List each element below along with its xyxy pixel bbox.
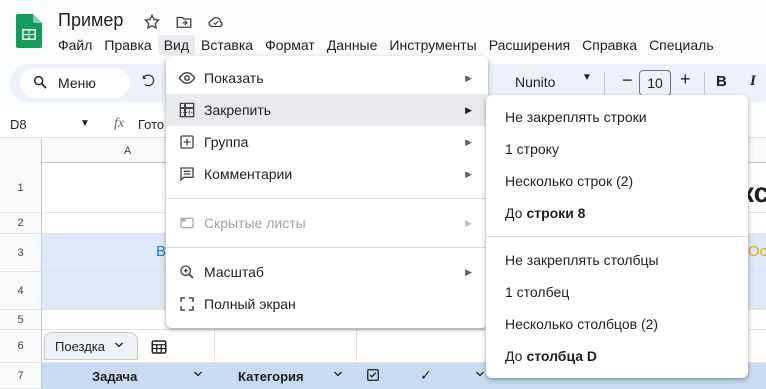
document-title[interactable]: Пример <box>58 10 123 31</box>
menu-bar: Файл Правка Вид Вставка Формат Данные Ин… <box>52 35 720 55</box>
menu-edit[interactable]: Правка <box>98 35 157 55</box>
menu-divider <box>166 198 488 199</box>
menu-help[interactable]: Справка <box>576 35 643 55</box>
font-size-input[interactable]: 10 <box>639 70 671 96</box>
row-header[interactable]: 2 <box>0 213 42 234</box>
column-task-header[interactable]: Задача <box>92 369 137 384</box>
menu-item-label: Закрепить <box>204 102 272 118</box>
row-header[interactable]: 4 <box>0 272 42 310</box>
menu-divider <box>486 236 748 237</box>
freeze-rows-one[interactable]: 1 строку <box>486 133 748 165</box>
checkbox-column-icon[interactable] <box>366 368 380 385</box>
caret-down-icon[interactable]: ▼ <box>80 118 90 129</box>
menu-file[interactable]: Файл <box>52 35 98 55</box>
menu-accessibility[interactable]: Специаль <box>643 35 720 55</box>
table-name-label: Поездка <box>55 338 105 354</box>
menu-divider <box>166 247 488 248</box>
menu-item-label: Группа <box>204 134 249 150</box>
star-icon[interactable] <box>142 12 162 32</box>
sheets-logo-icon[interactable] <box>16 14 42 48</box>
move-folder-icon[interactable] <box>174 12 194 32</box>
submenu-arrow-icon: ▶ <box>465 267 472 277</box>
submenu-arrow-icon: ▶ <box>465 73 472 83</box>
freeze-cols-several[interactable]: Несколько столбцов (2) <box>486 308 748 340</box>
freeze-rows-up-to-target: строки 8 <box>526 205 586 221</box>
cloud-saved-icon[interactable] <box>206 12 226 32</box>
freeze-rows-none[interactable]: Не закреплять строки <box>486 101 748 133</box>
menu-data[interactable]: Данные <box>321 35 384 55</box>
menu-item-show[interactable]: Показать ▶ <box>166 62 488 94</box>
menu-insert[interactable]: Вставка <box>195 35 259 55</box>
menu-item-label: Скрытые листы <box>204 215 306 231</box>
menu-item-label: Полный экран <box>204 296 296 312</box>
menu-item-hidden-sheets: Скрытые листы ▶ <box>166 207 488 239</box>
menu-search[interactable]: Меню <box>20 68 130 98</box>
freeze-cols-up-to-prefix: До <box>505 348 523 364</box>
freeze-rows-up-to-prefix: До <box>505 205 523 221</box>
view-menu: Показать ▶ Закрепить ▶ Группа ▶ Коммента… <box>166 56 488 328</box>
freeze-submenu: Не закреплять строки 1 строку Несколько … <box>486 95 748 378</box>
fx-icon: fx <box>114 116 125 131</box>
freeze-rows-up-to[interactable]: До строки 8 <box>486 197 748 229</box>
cell-orange-text[interactable]: Ос <box>748 243 766 260</box>
name-box[interactable]: D8 <box>10 117 27 132</box>
menu-view[interactable]: Вид <box>157 35 196 55</box>
zoom-icon <box>178 263 196 281</box>
caret-down-icon[interactable]: ▼ <box>582 72 592 83</box>
formula-input[interactable]: Гото <box>138 117 164 132</box>
freeze-grid-icon <box>178 101 196 119</box>
table-view-icon[interactable] <box>150 338 168 361</box>
search-icon <box>32 74 48 93</box>
toolbar-divider <box>604 72 605 94</box>
plus-box-icon <box>178 133 196 151</box>
menu-item-label: Масштаб <box>204 264 264 280</box>
undo-icon[interactable] <box>140 73 156 94</box>
submenu-arrow-icon: ▶ <box>465 169 472 179</box>
menu-extensions[interactable]: Расширения <box>483 35 576 55</box>
select-all-corner[interactable] <box>0 139 42 163</box>
fullscreen-icon <box>178 295 196 313</box>
column-category-header[interactable]: Категория <box>238 369 304 384</box>
submenu-arrow-icon: ▶ <box>465 105 472 115</box>
menu-item-freeze[interactable]: Закрепить ▶ <box>166 94 488 126</box>
menu-format[interactable]: Формат <box>259 35 321 55</box>
menu-item-fullscreen[interactable]: Полный экран <box>166 288 488 320</box>
row-header[interactable]: 6 <box>0 330 42 363</box>
chevron-down-icon <box>113 339 125 354</box>
menu-tools[interactable]: Инструменты <box>383 35 482 55</box>
search-label: Меню <box>58 75 96 91</box>
toolbar-divider <box>704 72 705 94</box>
eye-icon <box>178 69 196 87</box>
freeze-cols-up-to-target: столбца D <box>526 348 598 364</box>
row-header[interactable]: 7 <box>0 363 42 389</box>
row-header[interactable]: 1 <box>0 163 42 213</box>
menu-item-group[interactable]: Группа ▶ <box>166 126 488 158</box>
submenu-arrow-icon: ▶ <box>465 218 472 228</box>
chevron-down-icon[interactable] <box>332 368 344 383</box>
font-family-select[interactable]: Nunito <box>515 74 555 90</box>
bold-button[interactable]: B <box>716 73 727 90</box>
hidden-sheet-icon <box>178 214 196 232</box>
menu-item-comments[interactable]: Комментарии ▶ <box>166 158 488 190</box>
decrease-font-size-button[interactable]: − <box>622 70 633 91</box>
column-done-header[interactable]: ✓ <box>420 367 432 384</box>
freeze-cols-up-to[interactable]: До столбца D <box>486 340 748 372</box>
menu-item-label: Показать <box>204 70 264 86</box>
freeze-cols-one[interactable]: 1 столбец <box>486 276 748 308</box>
italic-button[interactable]: I <box>750 73 756 90</box>
menu-item-label: Комментарии <box>204 166 293 182</box>
chevron-down-icon[interactable] <box>192 368 204 383</box>
freeze-cols-none[interactable]: Не закреплять столбцы <box>486 244 748 276</box>
freeze-rows-several[interactable]: Несколько строк (2) <box>486 165 748 197</box>
row-header[interactable]: 5 <box>0 310 42 330</box>
menu-item-zoom[interactable]: Масштаб ▶ <box>166 256 488 288</box>
comment-icon <box>178 165 196 183</box>
chevron-down-icon[interactable] <box>474 368 486 383</box>
submenu-arrow-icon: ▶ <box>465 137 472 147</box>
table-name-tab[interactable]: Поездка <box>44 332 138 360</box>
increase-font-size-button[interactable]: + <box>680 69 691 90</box>
cell-blue-text[interactable]: B <box>156 243 166 260</box>
row-header[interactable]: 3 <box>0 234 42 272</box>
